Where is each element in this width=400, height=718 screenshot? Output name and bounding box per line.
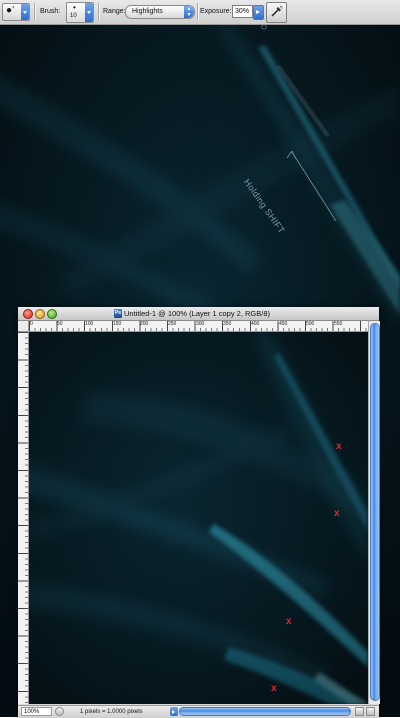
ruler-label: 0 <box>30 321 33 327</box>
ruler-label: 500 <box>306 321 315 327</box>
dodge-tool-icon: ●’ <box>6 5 15 16</box>
ruler-label: 150 <box>113 321 122 327</box>
document-title: Untitled-1 @ 100% (Layer 1 copy 2, RGB/8… <box>124 309 271 318</box>
file-icon: Ps <box>114 309 122 318</box>
ruler-label: 550 <box>334 321 343 327</box>
range-value: Highlights <box>132 8 163 15</box>
status-info: 1 pixels = 1.0000 pixels <box>80 709 143 715</box>
ruler-label: 200 <box>140 321 149 327</box>
separator <box>197 3 198 20</box>
minimize-button[interactable] <box>35 309 45 319</box>
chevron-down-icon <box>21 4 29 20</box>
ruler-label: 100 <box>85 321 94 327</box>
separator <box>34 3 35 20</box>
ruler-origin[interactable] <box>18 321 29 332</box>
document-artwork <box>29 332 368 704</box>
brush-size: 10 <box>70 13 77 19</box>
close-button[interactable] <box>23 309 33 319</box>
scroll-left-button[interactable] <box>355 707 364 716</box>
correction-mark: x <box>271 683 277 694</box>
vertical-ruler[interactable] <box>18 332 29 704</box>
separator <box>98 3 99 20</box>
horizontal-scrollbar[interactable] <box>179 707 351 716</box>
document-window: Ps Untitled-1 @ 100% (Layer 1 copy 2, RG… <box>18 307 380 718</box>
tool-preset-picker[interactable]: ●’ <box>2 3 30 21</box>
airbrush-button[interactable] <box>266 2 287 23</box>
brush-picker[interactable]: • 10 <box>66 2 94 23</box>
status-menu-button[interactable] <box>170 707 178 716</box>
ruler-label: 50 <box>57 321 63 327</box>
range-select[interactable]: Highlights ▲ ▼ <box>125 5 195 19</box>
brush-label: Brush: <box>40 8 61 15</box>
horizontal-ruler[interactable]: 0 50 100 150 200 250 300 350 400 450 500… <box>29 321 369 332</box>
ruler-label: 300 <box>196 321 205 327</box>
chevron-down-icon <box>85 3 93 22</box>
vertical-scroll-thumb[interactable] <box>370 323 380 701</box>
zoom-input[interactable]: 100% <box>21 707 52 716</box>
airbrush-icon <box>271 5 283 17</box>
vertical-scrollbar[interactable] <box>368 321 380 704</box>
correction-mark: x <box>336 441 342 452</box>
ruler-label: 250 <box>168 321 177 327</box>
correction-mark: x <box>334 508 340 519</box>
scroll-right-button[interactable] <box>366 707 375 716</box>
ruler-label: 450 <box>279 321 288 327</box>
options-bar: ●’ Brush: • 10 Range: Highlights ▲ ▼ Expo… <box>0 0 400 25</box>
exposure-value: 30% <box>235 8 250 15</box>
exposure-input[interactable]: 30% <box>232 5 253 18</box>
updown-arrows-icon: ▲ ▼ <box>184 6 194 18</box>
ruler-label: 400 <box>251 321 260 327</box>
status-menu-icon[interactable] <box>55 707 64 716</box>
ruler-label: 350 <box>223 321 232 327</box>
document-titlebar[interactable]: Ps Untitled-1 @ 100% (Layer 1 copy 2, RG… <box>18 307 379 321</box>
correction-mark: x <box>286 616 292 627</box>
zoom-button[interactable] <box>47 309 57 319</box>
status-bar: 100% 1 pixels = 1.0000 pixels <box>18 705 379 718</box>
brush-tip-icon: • <box>73 3 76 12</box>
range-label: Range: <box>103 8 126 15</box>
exposure-slider-button[interactable] <box>253 5 264 20</box>
exposure-label: Exposure: <box>200 8 232 15</box>
document-canvas[interactable]: x x x x <box>29 332 368 704</box>
